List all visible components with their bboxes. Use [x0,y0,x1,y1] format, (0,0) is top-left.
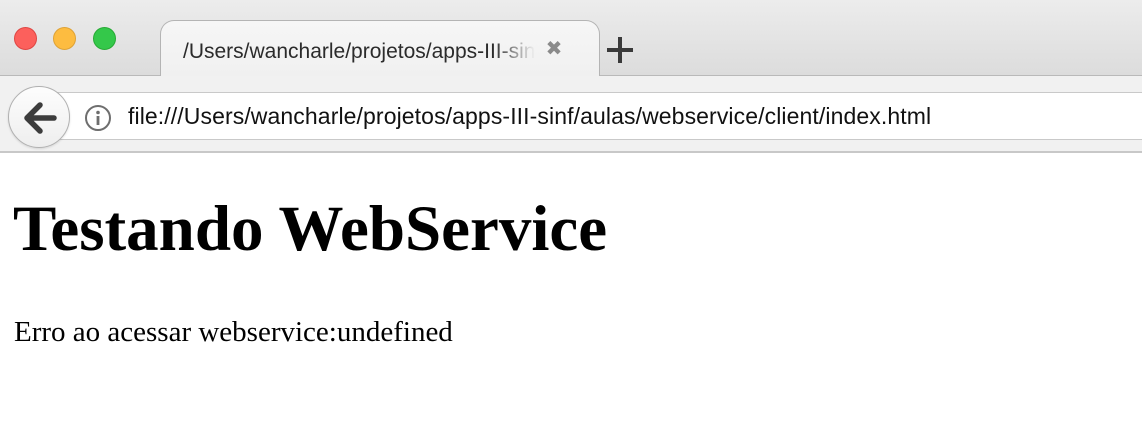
navigation-bar: file:///Users/wancharle/projetos/apps-II… [0,76,1142,153]
page-content: Testando WebService Erro ao acessar webs… [0,153,1142,424]
back-arrow-icon [24,102,57,134]
url-text[interactable]: file:///Users/wancharle/projetos/apps-II… [128,103,931,130]
window-close-button[interactable] [14,27,37,50]
window-maximize-button[interactable] [93,27,116,50]
info-icon[interactable] [84,104,112,132]
new-tab-button[interactable] [604,34,636,66]
plus-icon [607,37,633,63]
tab-strip: /Users/wancharle/projetos/apps-III-sinf/… [0,0,1142,77]
close-icon[interactable]: ✖ [543,37,565,59]
tab-active[interactable]: /Users/wancharle/projetos/apps-III-sinf/… [160,20,600,77]
browser-window: /Users/wancharle/projetos/apps-III-sinf/… [0,0,1142,424]
window-minimize-button[interactable] [53,27,76,50]
error-message: Erro ao acessar webservice:undefined [14,316,453,348]
back-button[interactable] [8,86,70,148]
page-heading: Testando WebService [13,193,608,265]
tab-title: /Users/wancharle/projetos/apps-III-sinf/… [183,40,535,63]
